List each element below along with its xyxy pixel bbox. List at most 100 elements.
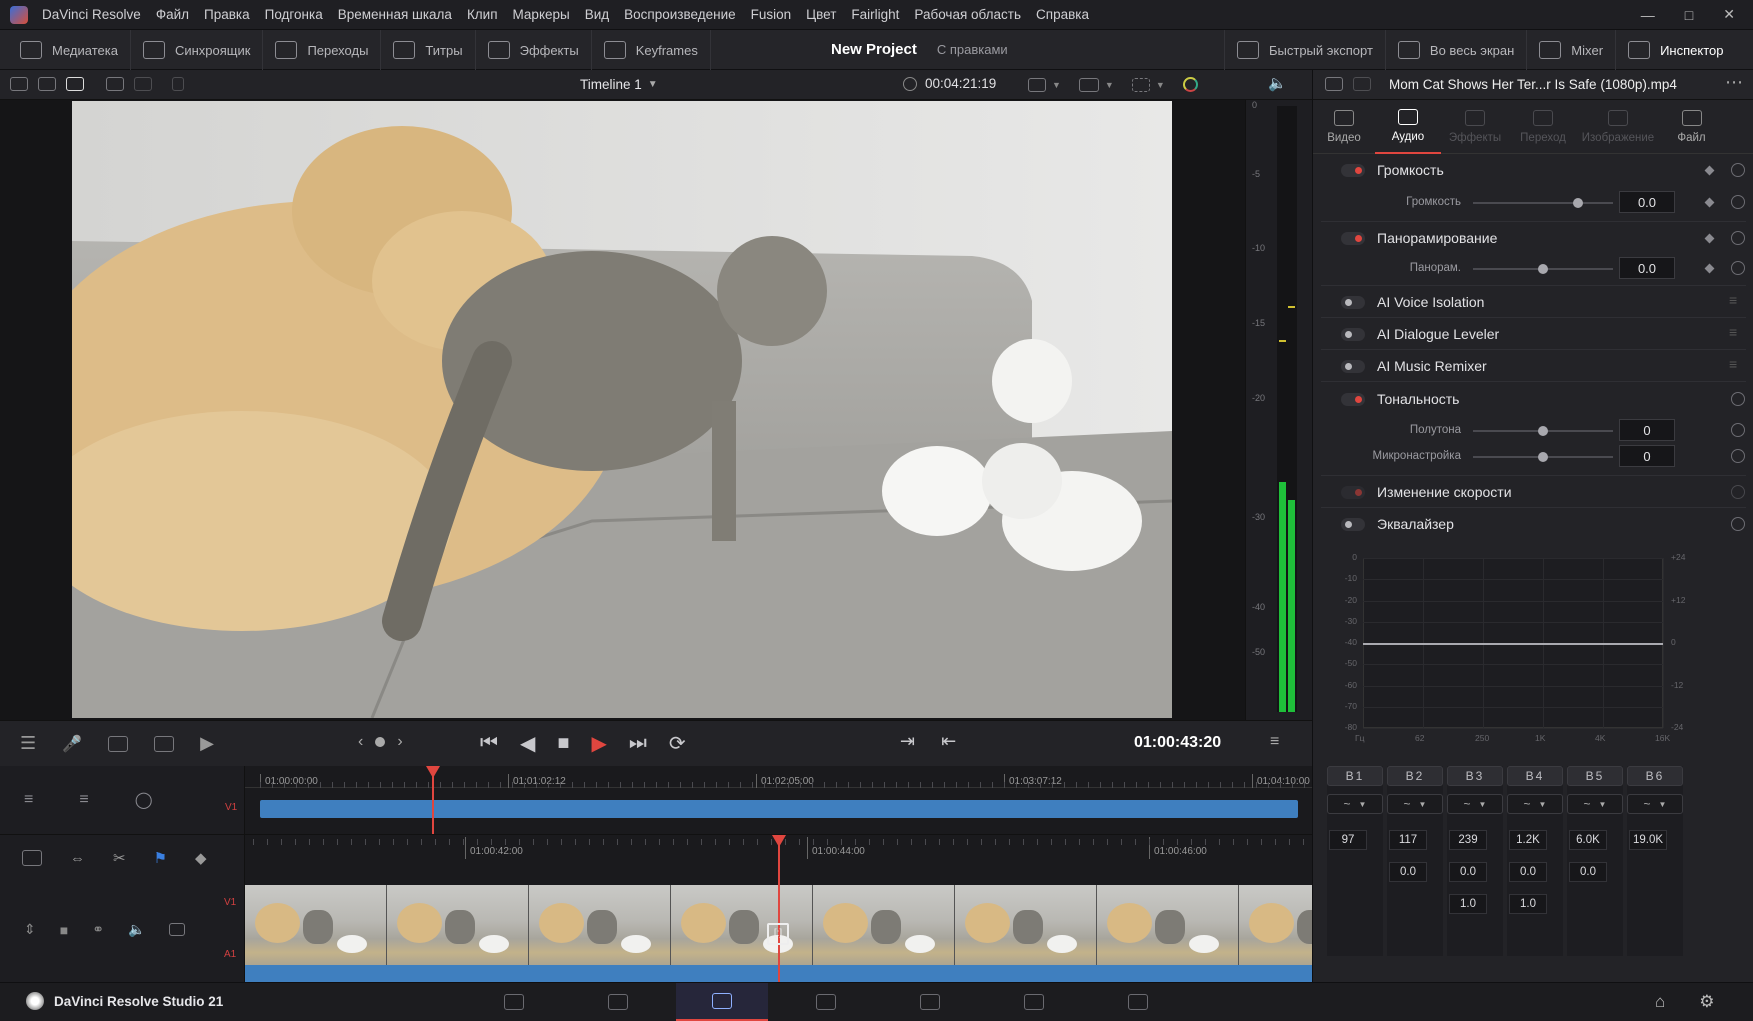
layout-grid-icon[interactable] xyxy=(106,77,124,91)
eq-band-button[interactable]: B2 xyxy=(1387,766,1443,786)
eq-band-shape-select[interactable]: ~ ▼ xyxy=(1327,794,1383,814)
eq-toggle[interactable] xyxy=(1341,517,1365,531)
marker-flag-icon[interactable]: ⚑ xyxy=(154,849,167,867)
reset-icon[interactable] xyxy=(1731,423,1745,437)
eq-graph[interactable]: 0 -10 -20 -30 -40 -50 -60 -70 -80 +24 +12 0 -12 -24 Гц… xyxy=(1321,548,1746,748)
toolbar-button-5[interactable]: Keyframes xyxy=(592,30,711,70)
minimize-icon[interactable]: — xyxy=(1641,7,1655,23)
viewer-hd-dropdown[interactable]: ▼ xyxy=(1078,77,1114,92)
eq-band-q[interactable]: 1.0 xyxy=(1449,894,1487,914)
keyframe-icon[interactable] xyxy=(1704,233,1715,244)
toolbar-button-2[interactable]: Переходы xyxy=(263,30,382,70)
upper-clip-bar[interactable] xyxy=(260,800,1298,818)
eq-band-q[interactable]: 1.0 xyxy=(1509,894,1547,914)
go-to-next-edit-icon[interactable]: ⇥ xyxy=(900,731,915,752)
reset-icon[interactable] xyxy=(1731,261,1745,275)
keyframe-icon[interactable] xyxy=(1704,197,1715,208)
inspector-tab-4[interactable]: Изображение xyxy=(1577,100,1659,154)
eq-band-gain[interactable]: 0.0 xyxy=(1569,862,1607,882)
toolbar-button-4[interactable]: Эффекты xyxy=(476,30,592,70)
viewer-zoom-dropdown[interactable]: ▼ xyxy=(1028,77,1061,92)
ripple-overwrite-icon[interactable]: ◯ xyxy=(135,790,153,810)
keyframe-icon[interactable] xyxy=(1704,165,1715,176)
layout-single-icon[interactable] xyxy=(10,77,28,91)
color-sync-icon[interactable] xyxy=(1182,77,1198,92)
eq-band-gain[interactable]: 0.0 xyxy=(1449,862,1487,882)
drag-handle-icon[interactable]: ≡ xyxy=(1729,324,1737,340)
eq-band-gain[interactable]: 0.0 xyxy=(1509,862,1547,882)
layout-split-icon[interactable] xyxy=(172,77,184,91)
inspector-split-icon[interactable] xyxy=(1353,77,1371,91)
skip-to-start-icon[interactable]: ⏮ xyxy=(480,732,498,755)
ai-dialogue-toggle[interactable] xyxy=(1341,327,1365,341)
menu-item-8[interactable]: Fusion xyxy=(751,7,792,22)
snap-icon[interactable]: ◆ xyxy=(195,849,207,867)
toolbar-button-3[interactable]: Титры xyxy=(381,30,476,70)
reset-icon[interactable] xyxy=(1731,231,1745,245)
eq-response-curve[interactable] xyxy=(1363,643,1663,645)
drag-handle-icon[interactable]: ≡ xyxy=(1729,356,1737,372)
ai-voice-header[interactable]: AI Voice Isolation xyxy=(1341,294,1484,310)
chevron-left-icon[interactable]: ‹ xyxy=(358,733,363,751)
eq-band-button[interactable]: B4 xyxy=(1507,766,1563,786)
toolbar-right-button-2[interactable]: Mixer xyxy=(1526,30,1615,70)
eq-band-shape-select[interactable]: ~ ▼ xyxy=(1567,794,1623,814)
menu-item-9[interactable]: Цвет xyxy=(806,7,836,22)
append-icon[interactable]: ≡ xyxy=(79,791,88,809)
settings-gear-icon[interactable]: ⚙ xyxy=(1699,992,1714,1012)
reset-icon[interactable] xyxy=(1731,485,1745,499)
toolbar-right-button-3[interactable]: Инспектор xyxy=(1615,30,1735,70)
timeline-selector[interactable]: Timeline 1 ▼ xyxy=(580,77,658,92)
menu-item-2[interactable]: Подгонка xyxy=(265,7,323,22)
inspector-tab-2[interactable]: Эффекты xyxy=(1441,100,1509,154)
menu-item-7[interactable]: Воспроизведение xyxy=(624,7,735,22)
menu-item-4[interactable]: Клип xyxy=(467,7,498,22)
lock-icon[interactable]: ■ xyxy=(60,922,68,938)
volume-slider[interactable] xyxy=(1473,198,1613,208)
reset-icon[interactable] xyxy=(1731,163,1745,177)
inspector-tab-3[interactable]: Переход xyxy=(1509,100,1577,154)
semitones-value[interactable]: 0 xyxy=(1619,419,1675,441)
track-view-icon[interactable] xyxy=(169,923,186,936)
pitch-toggle[interactable] xyxy=(1341,392,1365,406)
trim-icon[interactable] xyxy=(22,850,42,866)
microphone-icon[interactable]: 🎤 xyxy=(62,734,82,754)
headphones-icon[interactable]: ⚭ xyxy=(92,921,104,938)
page-tab-6[interactable] xyxy=(1092,983,1184,1021)
pan-slider[interactable] xyxy=(1473,264,1613,274)
toolbar-right-button-0[interactable]: Быстрый экспорт xyxy=(1224,30,1385,70)
viewer-transform-dropdown[interactable]: ▼ xyxy=(1131,77,1165,92)
eq-band-button[interactable]: B3 xyxy=(1447,766,1503,786)
fine-tune-value[interactable]: 0 xyxy=(1619,445,1675,467)
skip-to-end-icon[interactable]: ⏭ xyxy=(629,732,647,755)
volume-toggle[interactable] xyxy=(1341,163,1365,177)
reset-icon[interactable] xyxy=(1731,449,1745,463)
home-icon[interactable]: ⌂ xyxy=(1655,992,1665,1012)
poi-add-icon[interactable] xyxy=(154,735,175,752)
more-options-icon[interactable]: ⋯ xyxy=(1725,72,1743,93)
maximize-icon[interactable]: □ xyxy=(1685,7,1693,23)
page-tab-5[interactable] xyxy=(988,983,1080,1021)
ai-dialogue-header[interactable]: AI Dialogue Leveler xyxy=(1341,326,1499,342)
toolbar-button-1[interactable]: Синхроящик xyxy=(131,30,264,70)
eq-band-frequency[interactable]: 1.2K xyxy=(1509,830,1547,850)
pitch-header[interactable]: Тональность xyxy=(1341,391,1459,407)
poi-icon[interactable] xyxy=(108,735,129,752)
speaker-icon[interactable]: 🔈 xyxy=(1268,74,1288,94)
edit-point-icon[interactable]: [:] xyxy=(767,923,789,945)
reset-icon[interactable] xyxy=(1731,195,1745,209)
inspector-tab-1[interactable]: Аудио xyxy=(1375,100,1441,154)
volume-slider-knob[interactable] xyxy=(1573,198,1583,208)
menu-item-5[interactable]: Маркеры xyxy=(513,7,570,22)
lower-playhead[interactable] xyxy=(778,835,780,982)
jog-control[interactable]: ‹ › xyxy=(358,733,403,751)
adjust-icon[interactable]: ☰ xyxy=(20,733,36,754)
eq-band-frequency[interactable]: 239 xyxy=(1449,830,1487,850)
upper-timeline[interactable]: 01:00:00:0001:01:02:1201:02:05:0001:03:0… xyxy=(245,766,1312,834)
toolbar-right-button-1[interactable]: Во весь экран xyxy=(1384,30,1526,70)
menu-item-1[interactable]: Правка xyxy=(204,7,250,22)
eq-band-frequency[interactable]: 97 xyxy=(1329,830,1367,850)
play-reverse-icon[interactable]: ◀ xyxy=(520,731,535,756)
pan-value[interactable]: 0.0 xyxy=(1619,257,1675,279)
speed-header[interactable]: Изменение скорости xyxy=(1341,484,1512,500)
